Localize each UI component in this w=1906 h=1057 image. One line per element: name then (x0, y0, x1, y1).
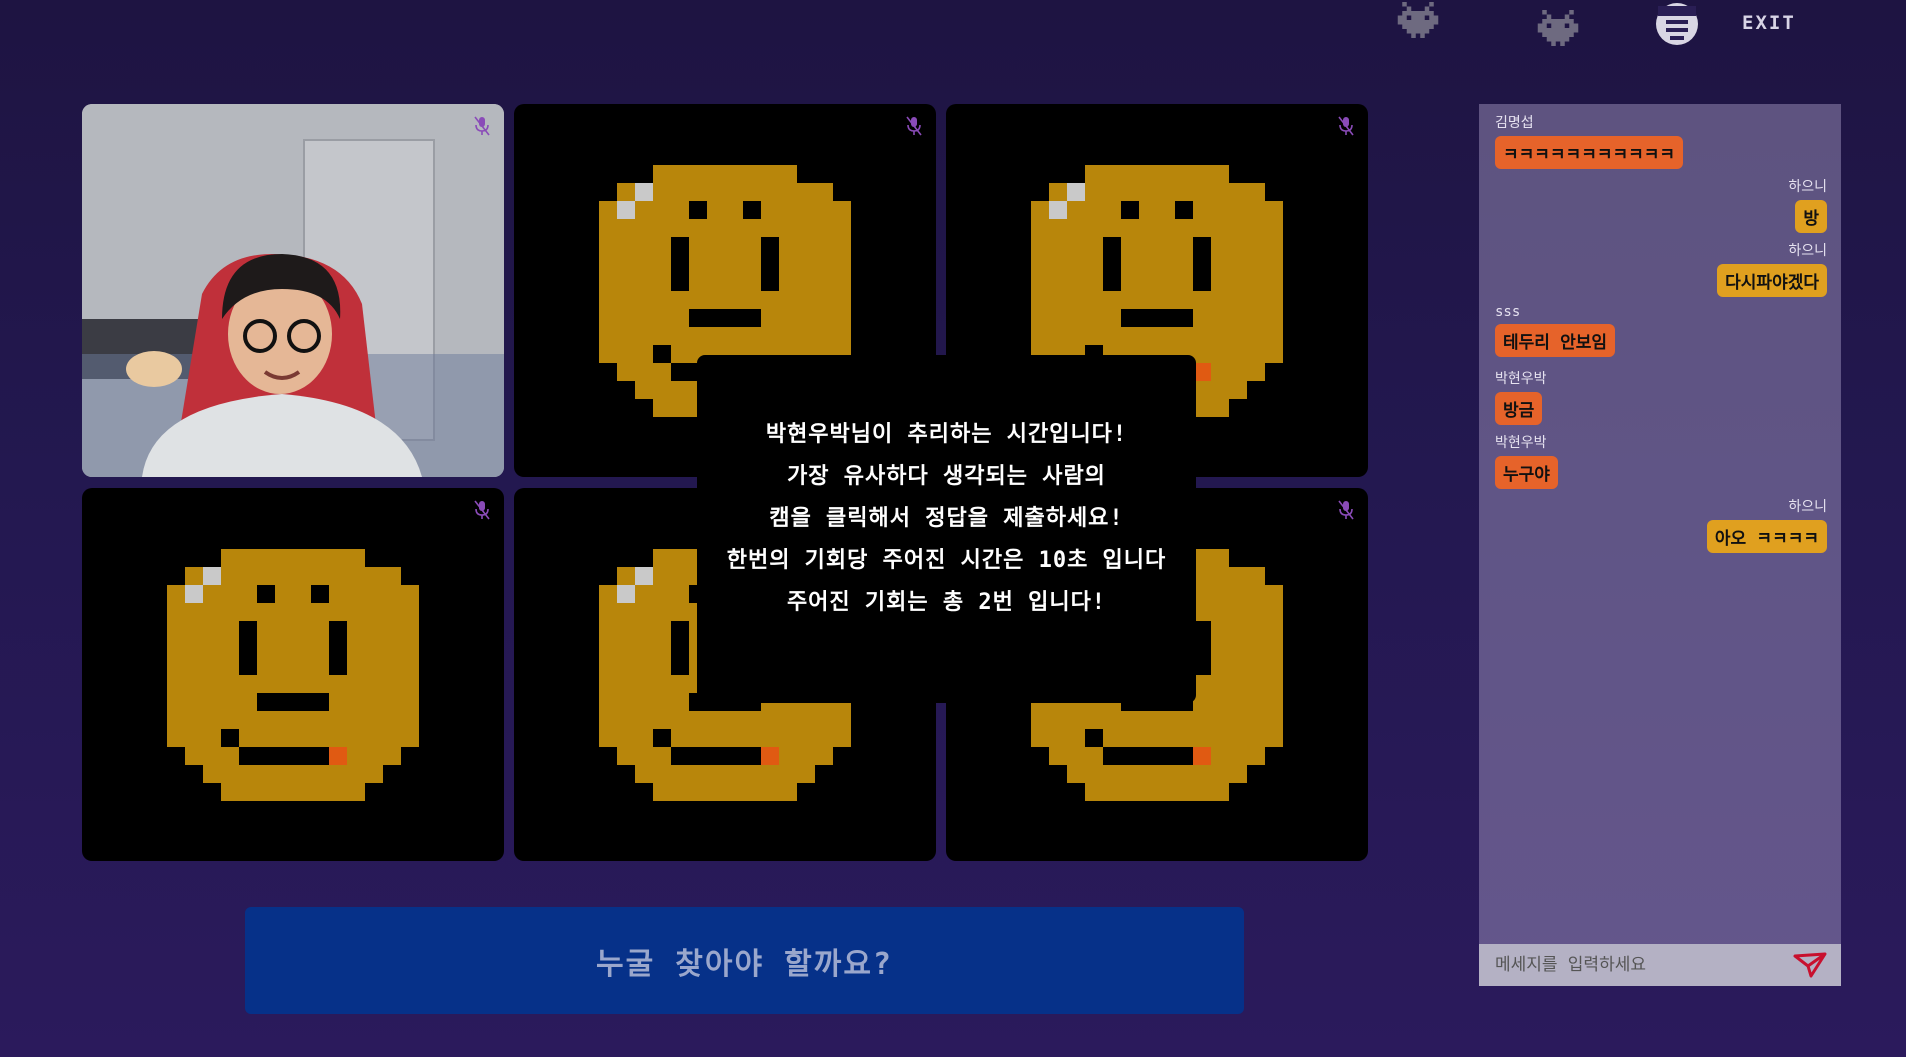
chat-message: 하으니 다시파야겠다 (1717, 240, 1827, 297)
chat-sender: 하으니 (1788, 179, 1827, 195)
mic-muted-icon (1338, 116, 1354, 136)
chat-message: 하으니 방 (1788, 176, 1827, 233)
instruction-line: 캠을 클릭해서 정답을 제출하세요! (769, 506, 1124, 531)
instruction-line: 한번의 기회당 주어진 시간은 10초 입니다 (726, 548, 1167, 573)
mic-muted-icon (1338, 500, 1354, 520)
space-invader-icon[interactable] (1530, 10, 1586, 46)
mic-muted-icon (474, 500, 490, 520)
chat-message: 김명섭 ㅋㅋㅋㅋㅋㅋㅋㅋㅋㅋㅋ (1495, 112, 1684, 169)
chat-panel: 김명섭 ㅋㅋㅋㅋㅋㅋㅋㅋㅋㅋㅋ 하으니 방 하으니 다시파야겠다 sss 테두리… (1479, 104, 1841, 985)
chat-bubble: 방 (1795, 200, 1827, 233)
webcam-image (82, 104, 504, 477)
chat-input-bar (1479, 944, 1841, 986)
pixel-face-avatar (167, 548, 419, 801)
instruction-line: 주어진 기회는 총 2번 입니다! (786, 590, 1107, 615)
send-icon[interactable] (1793, 952, 1827, 978)
chat-bubble: ㅋㅋㅋㅋㅋㅋㅋㅋㅋㅋㅋ (1495, 136, 1684, 169)
chat-sender: 박현우박 (1495, 435, 1547, 451)
instruction-line: 박현우박님이 추리하는 시간입니다! (765, 422, 1128, 447)
chat-message: sss 테두리 안보임 (1495, 304, 1616, 357)
chat-message-input[interactable] (1493, 954, 1787, 976)
chat-sender: sss (1495, 304, 1521, 320)
chat-bubble: 다시파야겠다 (1717, 264, 1827, 297)
player-cam-webcam[interactable] (82, 104, 504, 477)
mic-muted-icon (906, 116, 922, 136)
chat-sender: 하으니 (1788, 243, 1827, 259)
chat-message: 하으니 아오 ㅋㅋㅋㅋ (1706, 496, 1827, 553)
chat-sender: 하으니 (1788, 499, 1827, 515)
chat-robot-icon[interactable] (1648, 0, 1706, 48)
chat-bubble: 방금 (1495, 392, 1543, 425)
who-to-find-button[interactable]: 누굴 찾아야 할까요? (245, 907, 1244, 1014)
instruction-modal: 박현우박님이 추리하는 시간입니다! 가장 유사하다 생각되는 사람의 캠을 클… (697, 355, 1196, 703)
chat-bubble: 누구야 (1495, 456, 1558, 489)
chat-bubble: 아오 ㅋㅋㅋㅋ (1706, 520, 1827, 553)
instruction-line: 가장 유사하다 생각되는 사람의 (787, 464, 1106, 489)
mic-muted-icon (474, 116, 490, 136)
chat-bubble: 테두리 안보임 (1495, 324, 1616, 357)
space-invader-icon[interactable] (1390, 2, 1446, 38)
chat-message: 박현우박 누구야 (1495, 432, 1558, 489)
chat-message: 박현우박 방금 (1495, 368, 1547, 425)
chat-sender: 김명섭 (1495, 115, 1534, 131)
exit-button[interactable]: EXIT (1742, 12, 1796, 34)
player-cam-avatar[interactable] (82, 488, 504, 861)
chat-sender: 박현우박 (1495, 371, 1547, 387)
